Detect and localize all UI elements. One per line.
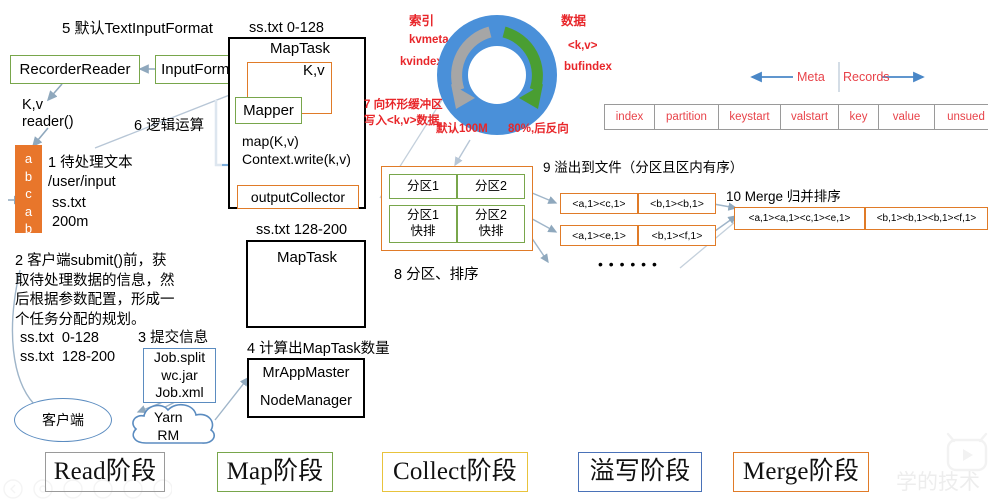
records-arrow-label: Records	[843, 70, 890, 84]
table-cell-value: value	[878, 104, 934, 130]
partition-2-sort-label: 分区2 快排	[475, 208, 507, 238]
step1-label: 1 待处理文本	[48, 155, 133, 171]
file-letter: a	[24, 151, 33, 166]
buffer-layout-table: index partition keystart valstart key va…	[604, 104, 988, 130]
partition-box-1: 分区1	[389, 174, 457, 199]
output-collector-label: outputCollector	[250, 188, 346, 205]
diagram-canvas: 5 默认TextInputFormat RecorderReader Input…	[0, 0, 988, 500]
step10-label: 10 Merge 归并排序	[726, 189, 841, 204]
step1-size: 200m	[52, 214, 89, 230]
mapper-label: Mapper	[243, 101, 294, 119]
spill-cell: <b,1><f,1>	[638, 225, 716, 246]
input-file-block: a b c a b …	[15, 145, 42, 250]
partition-2-label: 分区2	[475, 179, 507, 193]
stage-label-collect: Collect阶段	[392, 458, 517, 485]
recorder-reader-box: RecorderReader	[10, 55, 140, 84]
ring-data-title: 数据	[561, 14, 587, 28]
recorder-reader-label: RecorderReader	[19, 60, 131, 78]
step6-label: 6 逻辑运算	[134, 118, 205, 134]
step1-file: ss.txt	[52, 195, 86, 211]
split-range-2: ss.txt 128-200	[20, 349, 116, 365]
ring-bufindex-label: bufindex	[564, 61, 612, 73]
kv-label: K,v	[303, 62, 325, 79]
partition-box-2: 分区2	[457, 174, 525, 199]
mrappmaster-nodemanager-box: MrAppMaster NodeManager	[247, 358, 365, 418]
map-code: map(K,v) Context.write(k,v)	[242, 133, 351, 168]
file-letter: a	[24, 203, 33, 219]
circle-icons-row	[3, 479, 173, 499]
step7-label: 7 向环形缓冲区 写入<k,v>数据	[364, 99, 443, 127]
step3-label: 3 提交信息	[138, 330, 209, 346]
partition-sort-box-1: 分区1 快排	[389, 205, 457, 243]
maptask2-caption: ss.txt 128-200	[256, 222, 348, 238]
meta-arrow-label: Meta	[797, 70, 825, 84]
step5-label: 5 默认TextInputFormat	[62, 20, 213, 37]
table-cell-partition: partition	[654, 104, 718, 130]
mapper-box: Mapper	[235, 97, 302, 124]
spill-cell-label: <b,1><b,1>	[650, 197, 704, 210]
partition-1-sort-label: 分区1 快排	[407, 208, 439, 238]
meta-records-arrows	[750, 62, 925, 92]
stage-box-collect: Collect阶段	[382, 452, 528, 492]
stage-box-merge: Merge阶段	[733, 452, 869, 492]
maptask1-title: MapTask	[270, 40, 331, 57]
maptask1-caption: ss.txt 0-128	[249, 20, 324, 36]
merge-cell: <a,1><a,1><c,1><e,1>	[734, 207, 865, 230]
partition-sort-box-2: 分区2 快排	[457, 205, 525, 243]
file-letter: b	[24, 221, 33, 237]
job-files-label: Job.split wc.jar Job.xml	[153, 348, 206, 401]
kv-reader-label: K,v reader()	[22, 97, 74, 131]
ring-threshold-label: 80%,后反向	[508, 123, 569, 135]
ring-index-title: 索引	[409, 14, 435, 28]
nodemanager-label: NodeManager	[260, 393, 352, 410]
client-ellipse: 客户端	[14, 398, 112, 442]
ring-kv-label: <k,v>	[568, 40, 598, 52]
spill-cell-label: <b,1><f,1>	[651, 229, 703, 242]
watermark-bottom-left-icons	[2, 478, 173, 500]
step4-label: 4 计算出MapTask数量	[247, 341, 390, 357]
stage-box-map: Map阶段	[217, 452, 333, 492]
watermark-text: 学的技术	[896, 470, 980, 494]
mrappmaster-label: MrAppMaster	[262, 365, 350, 382]
merge-cell-label: <a,1><a,1><c,1><e,1>	[748, 213, 851, 224]
table-cell-valstart: valstart	[780, 104, 838, 130]
ring-buffer-donut	[434, 12, 560, 138]
client-label: 客户端	[42, 412, 84, 428]
stage-label-spill: 溢写阶段	[589, 458, 691, 485]
spill-cell: <b,1><b,1>	[638, 193, 716, 214]
maptask2-title: MapTask	[277, 249, 338, 266]
step8-label: 8 分区、排序	[394, 267, 479, 283]
output-collector-box: outputCollector	[237, 185, 359, 209]
step2-description: 2 客户端submit()前，获 取待处理数据的信息，然 后根据参数配置，形成一…	[15, 253, 175, 328]
step9-label: 9 溢出到文件（分区且区内有序）	[543, 160, 744, 175]
spill-cell-label: <a,1><e,1>	[572, 229, 626, 242]
spill-cell: <a,1><e,1>	[560, 225, 638, 246]
table-cell-keystart: keystart	[718, 104, 780, 130]
yarn-rm-label: Yarn RM	[154, 409, 183, 444]
spill-cell: <a,1><c,1>	[560, 193, 638, 214]
stage-box-spill: 溢写阶段	[578, 452, 702, 492]
file-letter: c	[25, 186, 32, 202]
step1-path: /user/input	[48, 174, 116, 190]
merge-cell: <b,1><b,1><b,1><f,1>	[865, 207, 988, 230]
partition-1-label: 分区1	[407, 179, 439, 193]
file-letter: b	[24, 168, 33, 184]
table-cell-key: key	[838, 104, 878, 130]
yarn-rm-cloud: Yarn RM	[126, 398, 222, 450]
stage-label-merge: Merge阶段	[742, 458, 860, 485]
ring-size-label: 默认100M	[436, 123, 488, 135]
split-range-1: ss.txt 0-128	[20, 330, 99, 346]
stage-label-map: Map阶段	[226, 458, 324, 485]
job-files-box: Job.split wc.jar Job.xml	[143, 348, 216, 403]
ring-buffer-icon	[437, 15, 557, 135]
spill-ellipsis: • • • • • •	[598, 256, 658, 272]
spill-cell-label: <a,1><c,1>	[572, 197, 626, 210]
table-cell-unsued: unsued	[934, 104, 988, 130]
merge-cell-label: <b,1><b,1><b,1><f,1>	[876, 213, 977, 224]
table-cell-index: index	[604, 104, 654, 130]
file-letter-ellipsis: …	[23, 238, 34, 250]
